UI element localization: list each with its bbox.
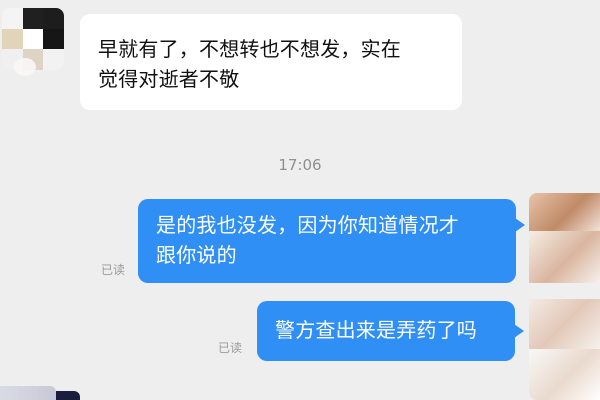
avatar-blur-block <box>529 283 600 299</box>
avatar-blur-block <box>529 193 600 231</box>
bubble-tail-icon <box>514 324 524 338</box>
avatar-pixel <box>43 28 64 50</box>
avatar-pixel <box>22 28 44 50</box>
chat-conversation: 早就有了，不想转也不想发，实在 觉得对逝者不敬 17:06 已读 是的我也没发，… <box>0 0 600 400</box>
incoming-message-bubble[interactable]: 早就有了，不想转也不想发，实在 觉得对逝者不敬 <box>80 14 462 110</box>
avatar-pixel <box>22 8 44 29</box>
message-text-line: 警方查出来是弄药了吗 <box>275 318 477 342</box>
self-avatar[interactable] <box>529 193 600 400</box>
message-text-line: 是的我也没发，因为你知道情况才 <box>156 213 459 237</box>
avatar-blur-mark <box>14 58 36 76</box>
message-text-line: 觉得对逝者不敬 <box>98 67 240 91</box>
partial-avatar-mark <box>56 391 80 400</box>
read-status: 已读 <box>218 341 243 355</box>
avatar-pixel <box>43 49 64 70</box>
avatar-pixel <box>43 8 64 29</box>
message-time-divider: 17:06 <box>278 156 322 174</box>
avatar-blur-block <box>529 231 600 283</box>
read-status: 已读 <box>101 263 126 277</box>
message-text-line: 跟你说的 <box>156 243 237 267</box>
message-text-line: 早就有了，不想转也不想发，实在 <box>98 37 401 61</box>
avatar-pixel <box>2 28 23 50</box>
outgoing-message-bubble[interactable]: 是的我也没发，因为你知道情况才 跟你说的 <box>138 199 516 283</box>
partial-avatar <box>0 386 56 400</box>
bubble-tail-icon <box>515 218 525 232</box>
outgoing-message-bubble[interactable]: 警方查出来是弄药了吗 <box>257 301 515 361</box>
avatar-blur-block <box>529 349 600 400</box>
avatar-blur-block <box>529 299 600 349</box>
avatar-pixel <box>2 8 23 29</box>
